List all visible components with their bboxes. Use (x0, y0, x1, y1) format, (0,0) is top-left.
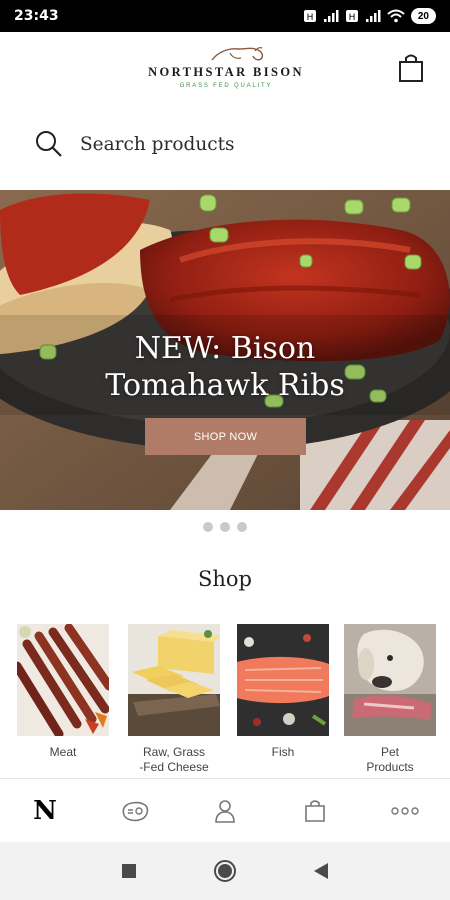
app-header: NORTHSTAR BISON GRASS FED QUALITY (0, 32, 450, 106)
search-input[interactable] (80, 133, 380, 155)
shop-section-title: Shop (198, 567, 252, 591)
carousel-indicator[interactable] (0, 522, 450, 532)
category-label-line-2: -Fed Cheese (139, 760, 209, 774)
carousel-dot[interactable] (237, 522, 247, 532)
signal2-icon (365, 9, 381, 23)
sim2-icon: H (345, 9, 359, 23)
shopping-bag-icon (399, 54, 423, 82)
banner-title-line-2: Tomahawk Ribs (105, 368, 345, 403)
category-label: Raw, Grass -Fed Cheese (128, 745, 220, 775)
system-navigation-bar (0, 842, 450, 900)
back-icon[interactable] (313, 862, 329, 880)
recents-icon[interactable] (121, 863, 137, 879)
category-label-line-1: Pet (380, 745, 399, 759)
brand-tagline: GRASS FED QUALITY (179, 83, 273, 89)
status-time: 23:43 (14, 8, 59, 24)
more-icon[interactable] (391, 806, 419, 816)
category-label-line-1: Fish (271, 745, 295, 759)
banner-title: NEW: Bison Tomahawk Ribs (0, 330, 450, 404)
brand-logo[interactable]: NORTHSTAR BISON GRASS FED QUALITY (140, 42, 312, 98)
category-label: Fish (237, 745, 329, 760)
brand-name: NORTHSTAR BISON (148, 65, 304, 79)
category-image (237, 624, 329, 736)
category-fish[interactable]: Fish (237, 624, 329, 760)
svg-text:H: H (348, 13, 355, 23)
category-list: Meat Raw, Grass -Fed Cheese Fish Pet Pro… (17, 624, 450, 778)
home-logo[interactable]: N (33, 796, 57, 826)
category-label: Meat (17, 745, 109, 760)
shop-now-button[interactable]: SHOP NOW (145, 418, 306, 455)
category-label-line-2: Products (366, 760, 414, 774)
category-pet[interactable]: Pet Products (344, 624, 436, 775)
carousel-dot[interactable] (220, 522, 230, 532)
nav-more[interactable] (360, 779, 450, 842)
category-cheese[interactable]: Raw, Grass -Fed Cheese (128, 624, 220, 775)
account-icon[interactable] (214, 799, 236, 823)
category-image (17, 624, 109, 736)
category-image (128, 624, 220, 736)
cart-button[interactable] (396, 52, 426, 84)
carousel-dot[interactable] (203, 522, 213, 532)
sim-icon: H (303, 9, 317, 23)
shopping-bag-icon[interactable] (304, 799, 326, 823)
svg-text:H: H (306, 13, 313, 23)
battery-icon: 20 (410, 8, 436, 24)
nav-account[interactable] (180, 779, 270, 842)
banner-title-line-1: NEW: Bison (134, 331, 316, 366)
category-label-line-1: Meat (49, 745, 77, 759)
home-icon[interactable] (213, 859, 237, 883)
hero-banner[interactable]: NEW: Bison Tomahawk Ribs SHOP NOW (0, 190, 450, 510)
search-icon[interactable] (34, 129, 64, 159)
nav-home[interactable]: N (0, 779, 90, 842)
status-icons: H H 20 (303, 8, 436, 24)
nav-cart[interactable] (270, 779, 360, 842)
bottom-navigation: N (0, 778, 450, 842)
status-bar: 23:43 H H 20 (0, 0, 450, 32)
category-label-line-1: Raw, Grass (142, 745, 205, 759)
category-label: Pet Products (344, 745, 436, 775)
bison-logo-icon (211, 47, 264, 61)
category-meat[interactable]: Meat (17, 624, 109, 760)
category-image (344, 624, 436, 736)
wifi-icon (387, 9, 405, 23)
search-bar[interactable] (34, 118, 424, 170)
signal-icon (323, 9, 339, 23)
nav-shop[interactable] (90, 779, 180, 842)
steak-icon[interactable] (121, 800, 149, 822)
